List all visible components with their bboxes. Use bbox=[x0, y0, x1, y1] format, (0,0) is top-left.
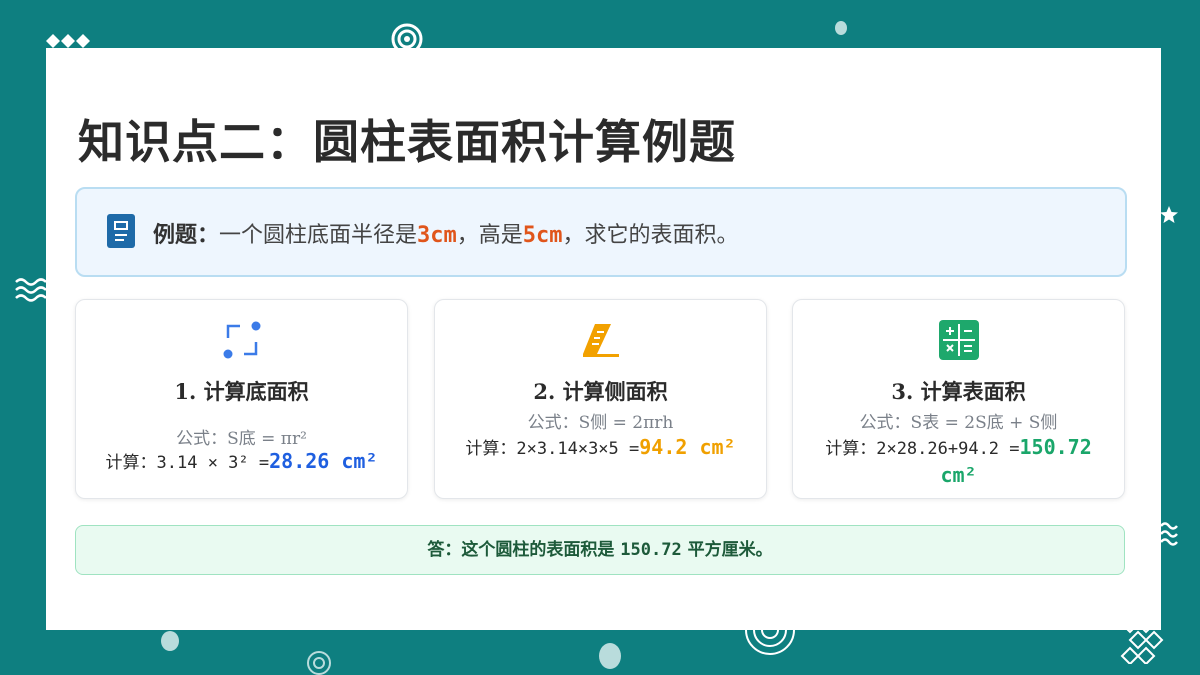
star-decoration bbox=[1160, 206, 1178, 223]
example-problem-box: 例题：一个圆柱底面半径是3cm，高是5cm，求它的表面积。 bbox=[75, 187, 1127, 277]
step-card-lateral-area: 2. 计算侧面积 公式：S侧 = 2πrh 计算：2×3.14×3×5 =94.… bbox=[434, 299, 767, 499]
example-text-part: 一个圆柱底面半径是 bbox=[219, 223, 418, 248]
page-title: 知识点二：圆柱表面积计算例题 bbox=[78, 115, 736, 169]
diamond-decoration bbox=[46, 34, 90, 48]
step-calculation: 计算：2×3.14×3×5 =94.2 cm² bbox=[445, 434, 756, 462]
wave-decoration bbox=[1160, 522, 1178, 546]
step-calculation: 计算：2×28.26+94.2 =150.72 cm² bbox=[803, 434, 1114, 490]
dot-decoration bbox=[835, 21, 847, 35]
answer-box: 答：这个圆柱的表面积是 150.72 平方厘米。 bbox=[75, 525, 1125, 575]
example-problem-text: 例题：一个圆柱底面半径是3cm，高是5cm，求它的表面积。 bbox=[153, 217, 739, 249]
dot-decoration bbox=[161, 631, 179, 651]
calc-expression: 计算：3.14 × 3² = bbox=[105, 453, 270, 473]
wave-decoration bbox=[15, 278, 46, 302]
step-card-surface-area: 3. 计算表面积 公式：S表 = 2S底 + S侧 计算：2×28.26+94.… bbox=[792, 299, 1125, 499]
step-formula: 公式：S表 = 2S底 + S侧 bbox=[859, 413, 1058, 433]
answer-suffix: 平方厘米。 bbox=[687, 540, 773, 560]
step-heading: 2. 计算侧面积 bbox=[533, 379, 668, 404]
step-formula: 公式：S侧 = 2πrh bbox=[527, 413, 674, 433]
step-result: 28.26 cm² bbox=[269, 449, 378, 473]
example-text-part: ，高是 bbox=[456, 223, 523, 248]
answer-value: 150.72 bbox=[620, 540, 682, 560]
step-result: 94.2 cm² bbox=[639, 435, 736, 459]
step-heading: 1. 计算底面积 bbox=[174, 379, 309, 404]
step-heading: 3. 计算表面积 bbox=[891, 379, 1026, 404]
step-calculation: 计算：3.14 × 3² =28.26 cm² bbox=[86, 448, 397, 476]
height-value: 5cm bbox=[522, 223, 563, 248]
content-card: 知识点二：圆柱表面积计算例题 例题：一个圆柱底面半径是3cm，高是5cm，求它的… bbox=[46, 48, 1161, 630]
example-label: 例题： bbox=[153, 222, 220, 248]
calc-expression: 计算：2×3.14×3×5 = bbox=[465, 439, 640, 459]
example-text-part: ，求它的表面积。 bbox=[562, 223, 739, 248]
document-icon bbox=[107, 214, 135, 248]
answer-prefix: 答：这个圆柱的表面积是 bbox=[427, 540, 615, 560]
ruler-icon bbox=[582, 324, 619, 357]
spiral-decoration bbox=[307, 651, 331, 675]
radius-value: 3cm bbox=[417, 223, 457, 248]
step-card-base-area: 1. 计算底面积 公式：S底 = πr² 计算：3.14 × 3² =28.26… bbox=[75, 299, 408, 499]
calculator-icon bbox=[938, 320, 979, 360]
dot-decoration bbox=[599, 643, 621, 669]
calc-expression: 计算：2×28.26+94.2 = bbox=[825, 439, 1020, 459]
step-formula: 公式：S底 = πr² bbox=[176, 429, 307, 449]
square-corner-icon bbox=[223, 321, 260, 359]
spiral-decoration bbox=[745, 630, 795, 655]
